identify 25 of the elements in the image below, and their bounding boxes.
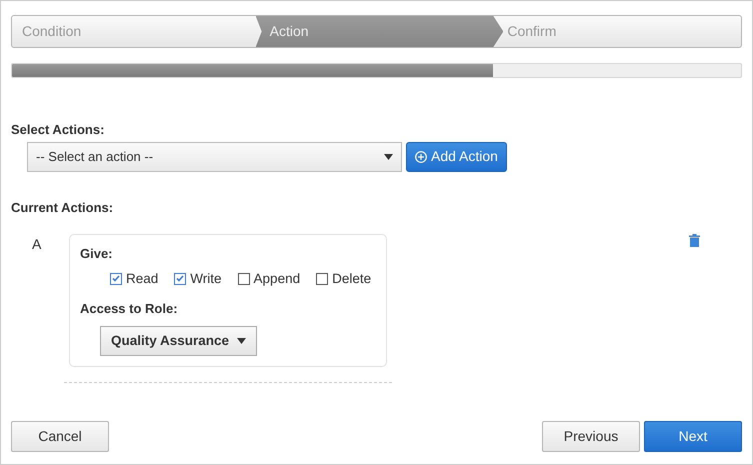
checkbox-label: Write — [190, 270, 222, 288]
caret-icon — [384, 154, 393, 160]
trash-icon[interactable] — [689, 234, 700, 247]
checkbox[interactable] — [174, 272, 186, 285]
previous-button[interactable]: Previous — [542, 421, 640, 452]
section-label: Current Actions: — [11, 198, 114, 216]
give-label: Give: — [80, 245, 114, 263]
checkbox[interactable] — [316, 272, 328, 285]
add-action-button[interactable]: Add Action — [406, 142, 507, 172]
checkbox[interactable] — [238, 272, 250, 285]
checkbox-label: Append — [254, 270, 300, 288]
cancel-button[interactable]: Cancel — [11, 421, 109, 452]
checkbox-label: Delete — [332, 270, 372, 288]
action-letter: A — [31, 235, 42, 254]
next-button[interactable]: Next — [644, 421, 742, 452]
wizard-step[interactable]: Condition — [12, 16, 256, 47]
section-label: Select Actions: — [11, 121, 106, 139]
plus-circle-icon — [415, 150, 427, 162]
role-label: Access to Role: — [80, 300, 179, 318]
checkbox-label: Read — [126, 270, 158, 288]
role-dropdown[interactable]: Quality Assurance — [100, 326, 258, 356]
caret-icon — [237, 338, 246, 344]
wizard-step[interactable]: Action — [256, 16, 504, 47]
checkbox[interactable] — [110, 272, 122, 285]
action-dropdown[interactable]: -- Select an action -- — [27, 142, 402, 172]
